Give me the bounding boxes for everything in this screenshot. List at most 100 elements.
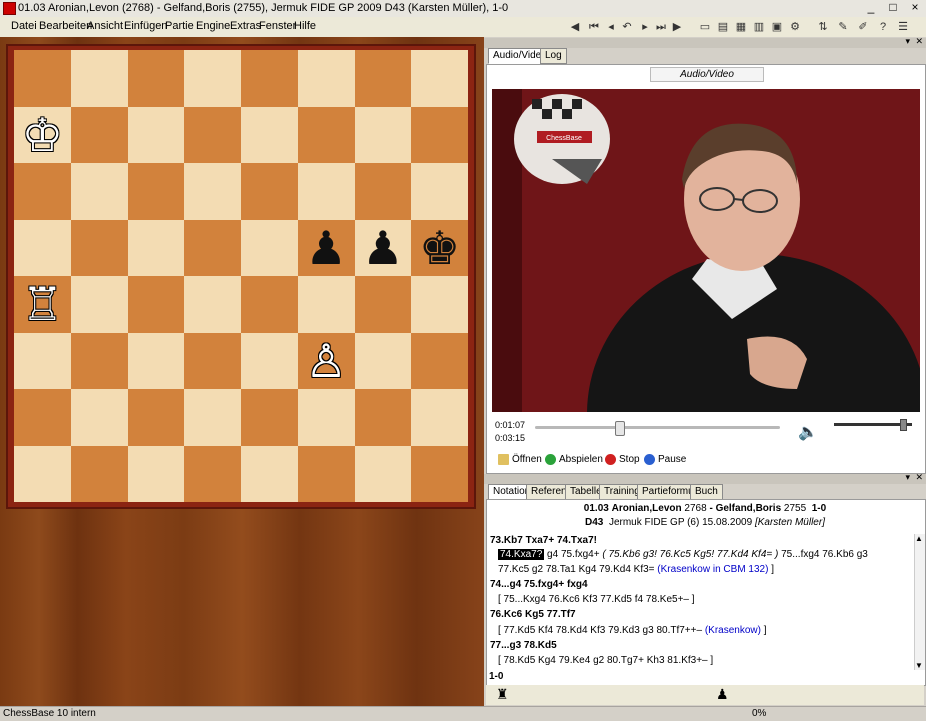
square-d7[interactable] [184,106,241,163]
first-move-icon[interactable]: ⏮ [587,20,601,34]
scroll-up-icon[interactable]: ▲ [915,534,923,543]
square-b5[interactable] [70,219,128,276]
square-h3[interactable] [411,332,468,389]
square-g8[interactable] [354,50,412,107]
tab-log[interactable]: Log [540,48,567,64]
video-frame[interactable]: ChessBase [492,89,920,412]
square-h7[interactable] [411,106,468,163]
black-king-icon[interactable]: ♚ [419,225,460,271]
square-c3[interactable] [127,332,185,389]
menu-ansicht[interactable]: Ansicht [87,20,123,32]
square-h2[interactable] [411,389,468,446]
engine-icon[interactable]: ⚙ [788,20,802,34]
square-a1[interactable] [14,445,71,502]
close-button[interactable]: × [904,0,926,15]
panel-menu-icon[interactable]: ▾ [905,36,910,47]
prev-move-icon[interactable]: ◂ [604,20,618,34]
menu-einfuegen[interactable]: Einfügen [124,20,167,32]
volume-handle[interactable] [899,419,907,431]
move-line-6[interactable]: 76.Kc6 Kg5 77.Tf7 [490,608,576,622]
square-c6[interactable] [127,163,185,220]
square-a7[interactable]: ♔ [14,106,71,163]
move-line-4[interactable]: 74...g4 75.fxg4+ fxg4 [490,578,588,592]
square-h4[interactable] [411,276,468,333]
print-icon[interactable]: ▥ [752,20,766,34]
move-line-8[interactable]: 77...g3 78.Kd5 [490,639,557,653]
square-f7[interactable] [297,106,355,163]
square-c7[interactable] [127,106,185,163]
current-move[interactable]: 74.Kxa7? [498,549,545,560]
square-d6[interactable] [184,163,241,220]
square-a5[interactable] [14,219,71,276]
square-e5[interactable] [241,219,298,276]
square-a4[interactable]: ♖ [14,276,71,333]
menu-fenster[interactable]: Fenster [259,20,296,32]
square-b6[interactable] [70,163,128,220]
square-d8[interactable] [184,50,241,107]
square-c8[interactable] [127,50,185,107]
square-g7[interactable] [354,106,412,163]
move-line-7[interactable]: [ 77.Kd5 Kf4 78.Kd4 Kf3 79.Kd3 g3 80.Tf7… [498,624,767,638]
square-f1[interactable] [297,445,355,502]
square-g1[interactable] [354,445,412,502]
black-pawn-g5-icon[interactable]: ♟ [362,225,403,271]
square-h1[interactable] [411,445,468,502]
flip-icon[interactable]: ⇅ [816,20,830,34]
save-icon[interactable]: ▦ [734,20,748,34]
move-line-9[interactable]: [ 78.Kd5 Kg4 79.Ke4 g2 80.Tg7+ Kh3 81.Kf… [498,654,713,668]
menu-partie[interactable]: Partie [165,20,194,32]
square-d5[interactable] [184,219,241,276]
square-c5[interactable] [127,219,185,276]
square-f6[interactable] [297,163,355,220]
square-d4[interactable] [184,276,241,333]
notation-scrollbar[interactable]: ▲ ▼ [914,534,925,670]
seek-track[interactable] [535,421,780,436]
square-g4[interactable] [354,276,412,333]
square-b1[interactable] [70,445,128,502]
white-king-icon[interactable]: ♔ [22,112,63,158]
square-b2[interactable] [70,389,128,446]
white-pawn-f3-icon[interactable]: ♙ [306,338,347,384]
minimize-button[interactable]: _ [860,0,882,15]
square-h6[interactable] [411,163,468,220]
square-f5[interactable]: ♟ [297,219,355,276]
menu-extras[interactable]: Extras [230,20,261,32]
move-line-2[interactable]: 74.Kxa7? g4 75.fxg4+ ( 75.Kb6 g3! 76.Kc5… [498,548,868,562]
square-e1[interactable] [241,445,298,502]
panel-close-icon[interactable]: ✕ [915,36,923,47]
move-line-3[interactable]: 77.Kc5 g2 78.Ta1 Kg4 79.Kd4 Kf3= (Krasen… [498,563,774,577]
panel-close-icon-2[interactable]: ✕ [915,472,923,483]
scroll-down-icon[interactable]: ▼ [915,661,923,670]
square-b8[interactable] [70,50,128,107]
open-icon[interactable]: ▤ [716,20,730,34]
square-g3[interactable] [354,332,412,389]
tab-buch[interactable]: Buch [690,484,723,500]
maximize-button[interactable]: □ [882,0,904,15]
pause-button[interactable]: Pause [644,453,686,467]
nav-forward-icon[interactable]: ▶ [670,20,684,34]
annotate-icon[interactable]: ✎ [836,20,850,34]
help-icon[interactable]: ? [876,20,890,34]
menu-hilfe[interactable]: Hilfe [294,20,316,32]
square-a3[interactable] [14,332,71,389]
square-e7[interactable] [241,106,298,163]
move-line-5[interactable]: [ 75...Kxg4 76.Kc6 Kf3 77.Kd5 f4 78.Ke5+… [498,593,695,607]
nav-back-icon[interactable]: ◀ [568,20,582,34]
square-a6[interactable] [14,163,71,220]
square-f3[interactable]: ♙ [297,332,355,389]
black-pawn-f5-icon[interactable]: ♟ [306,225,347,271]
square-e3[interactable] [241,332,298,389]
square-f8[interactable] [297,50,355,107]
play-button[interactable]: Abspielen [545,453,603,467]
seek-handle[interactable] [615,421,626,436]
speaker-icon[interactable]: 🔈 [798,422,818,442]
square-g5[interactable]: ♟ [354,219,412,276]
chess-board[interactable]: ♔ ♟ ♟ ♚ ♖ ♙ [14,50,468,502]
menu-bearbeiten[interactable]: Bearbeiten [39,20,92,32]
next-move-icon[interactable]: ▸ [638,20,652,34]
undo-icon[interactable]: ↶ [620,20,634,34]
square-d1[interactable] [184,445,241,502]
square-b3[interactable] [70,332,128,389]
square-a2[interactable] [14,389,71,446]
square-d3[interactable] [184,332,241,389]
